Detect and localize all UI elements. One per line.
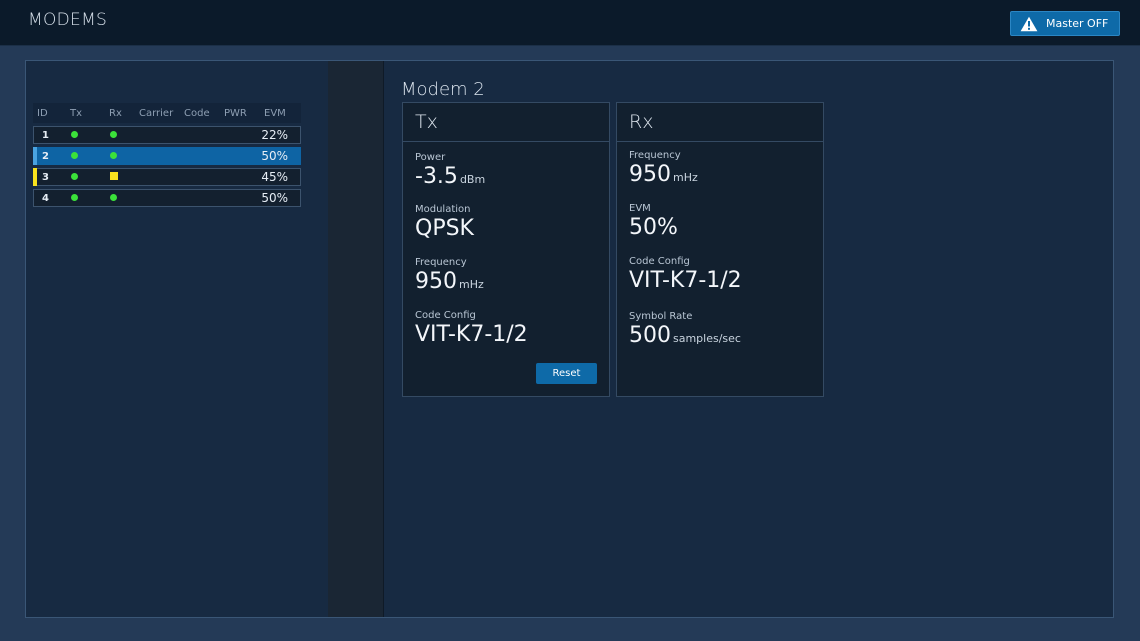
app-title: MODEMS <box>28 10 108 30</box>
column-header-id: ID <box>37 107 48 119</box>
modem-row-3[interactable]: 3 45% <box>33 168 301 186</box>
tx-frequency-field: Frequency 950 mHz <box>415 257 484 298</box>
column-header-evm: EVM <box>264 107 286 119</box>
rx-code-config-label: Code Config <box>629 256 690 267</box>
column-header-code: Code <box>184 107 210 119</box>
row-accent-warning <box>33 168 37 186</box>
panel-divider <box>328 61 384 617</box>
tx-power-value: -3.5 <box>415 164 458 189</box>
rx-symbol-rate-value: 500 <box>629 323 671 348</box>
modem-list: ID Tx Rx Carrier Code PWR EVM 1 22% 2 50… <box>33 103 301 207</box>
rx-frequency-unit: mHz <box>673 171 698 184</box>
rx-evm-label: EVM <box>629 203 651 214</box>
row-evm: 50% <box>261 191 288 205</box>
tx-power-unit: dBm <box>459 173 486 186</box>
rx-code-config-field: Code Config VIT-K7-1/2 <box>629 256 742 294</box>
rx-card-heading: Rx <box>617 103 823 142</box>
tx-modulation-label: Modulation <box>415 204 471 215</box>
top-bar: MODEMS Master OFF <box>0 0 1140 46</box>
row-id: 2 <box>42 150 49 162</box>
modem-row-1[interactable]: 1 22% <box>33 126 301 144</box>
main-panel: ID Tx Rx Carrier Code PWR EVM 1 22% 2 50… <box>25 60 1114 618</box>
tx-card: Tx Power -3.5 dBm Modulation QPSK Frequen… <box>402 102 610 397</box>
modem-detail-title: Modem 2 <box>401 79 485 100</box>
tx-code-config-field: Code Config VIT-K7-1/2 <box>415 310 528 348</box>
rx-frequency-value: 950 <box>629 162 671 187</box>
rx-evm-field: EVM 50% <box>629 203 678 241</box>
reset-button[interactable]: Reset <box>536 363 597 384</box>
tx-code-config-value: VIT-K7-1/2 <box>415 322 528 347</box>
tx-frequency-unit: mHz <box>459 278 484 291</box>
row-id: 3 <box>42 171 49 183</box>
tx-code-config-label: Code Config <box>415 310 476 321</box>
rx-status-yellow-icon <box>110 171 118 180</box>
rx-symbol-rate-label: Symbol Rate <box>629 311 693 322</box>
tx-modulation-value: QPSK <box>415 216 474 241</box>
row-accent <box>33 189 37 207</box>
row-accent <box>33 126 37 144</box>
rx-code-config-value: VIT-K7-1/2 <box>629 268 742 293</box>
rx-frequency-field: Frequency 950 mHz <box>629 150 698 191</box>
column-header-tx: Tx <box>70 107 83 119</box>
tx-frequency-label: Frequency <box>415 257 467 268</box>
modem-row-2[interactable]: 2 50% <box>33 147 301 165</box>
rx-symbol-rate-field: Symbol Rate 500 samples/sec <box>629 311 741 352</box>
modem-row-4[interactable]: 4 50% <box>33 189 301 207</box>
rx-symbol-rate-unit: samples/sec <box>673 332 741 345</box>
row-evm: 50% <box>261 149 288 163</box>
rx-frequency-label: Frequency <box>629 150 681 161</box>
tx-status-green-icon <box>71 130 78 138</box>
tx-power-field: Power -3.5 dBm <box>415 152 485 193</box>
rx-status-green-icon <box>110 130 117 138</box>
row-id: 1 <box>42 129 49 141</box>
tx-card-heading: Tx <box>403 103 609 142</box>
row-evm: 22% <box>261 128 288 142</box>
row-id: 4 <box>42 192 49 204</box>
master-off-button[interactable]: Master OFF <box>1010 11 1120 36</box>
column-header-carrier: Carrier <box>139 107 174 119</box>
column-header-rx: Rx <box>109 107 122 119</box>
tx-status-green-icon <box>71 172 78 180</box>
rx-status-green-icon <box>110 193 117 201</box>
rx-evm-value: 50% <box>629 215 678 240</box>
row-accent <box>33 147 37 165</box>
tx-power-label: Power <box>415 152 446 163</box>
rx-status-green-icon <box>110 151 117 159</box>
row-evm: 45% <box>261 170 288 184</box>
modem-list-header: ID Tx Rx Carrier Code PWR EVM <box>33 103 301 123</box>
rx-card: Rx Frequency 950 mHz EVM 50% Code Config … <box>616 102 824 397</box>
tx-status-green-icon <box>71 151 78 159</box>
tx-frequency-value: 950 <box>415 269 457 294</box>
column-header-pwr: PWR <box>224 107 247 119</box>
warning-icon <box>1020 16 1038 31</box>
master-off-label: Master OFF <box>1046 17 1109 30</box>
tx-status-green-icon <box>71 193 78 201</box>
tx-modulation-field: Modulation QPSK <box>415 204 474 242</box>
